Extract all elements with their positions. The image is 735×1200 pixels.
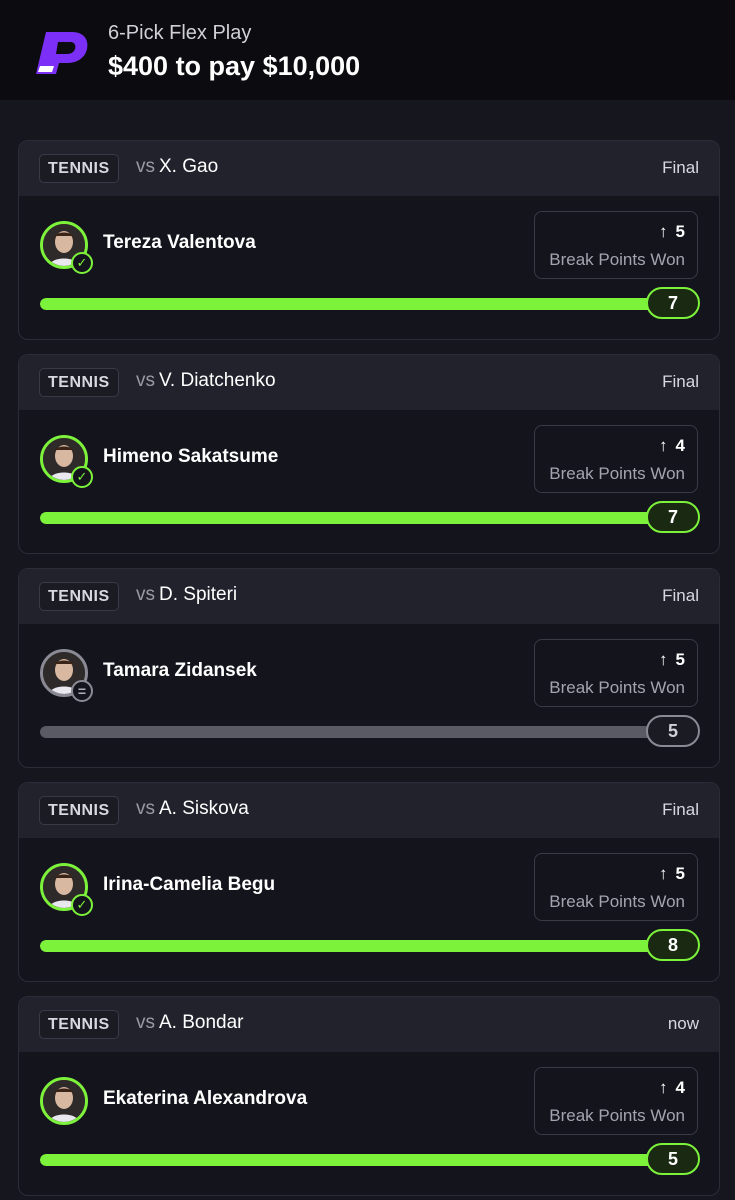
actual-value-pill: 8: [646, 929, 700, 961]
actual-value-pill: 7: [646, 287, 700, 319]
progress-bar: [40, 298, 666, 310]
player-name[interactable]: Tereza Valentova: [103, 232, 256, 254]
projection-line: ↑ 5: [659, 650, 685, 670]
projection-box[interactable]: ↑ 5 Break Points Won: [534, 211, 698, 279]
line-value: 5: [675, 864, 685, 883]
vs-label: vs: [136, 584, 155, 605]
opponent-name: X. Gao: [159, 156, 219, 177]
projection-line: ↑ 4: [659, 436, 685, 456]
progress-bar-fill: [40, 940, 666, 952]
projection-line: ↑ 5: [659, 222, 685, 242]
sport-badge: TENNIS: [39, 368, 119, 397]
pick-card-header: TENNIS vs A. Siskova Final: [19, 783, 719, 838]
pick-card-header: TENNIS vs V. Diatchenko Final: [19, 355, 719, 410]
pick-card-3[interactable]: TENNIS vs D. Spiteri Final = Tamara Zidan…: [18, 568, 720, 768]
vs-label: vs: [136, 370, 155, 391]
prizepicks-p-logo-icon: [36, 32, 88, 74]
opponent-name: V. Diatchenko: [159, 370, 276, 391]
projection-box[interactable]: ↑ 5 Break Points Won: [534, 853, 698, 921]
pick-card-header: TENNIS vs A. Bondar now: [19, 997, 719, 1052]
game-status: Final: [662, 372, 699, 391]
stat-type-label: Break Points Won: [549, 250, 685, 269]
line-value: 5: [675, 650, 685, 669]
game-status: now: [667, 1014, 699, 1033]
opponent-label: vs D. Spiteri: [136, 584, 237, 606]
opponent-label: vs A. Bondar: [136, 1012, 244, 1034]
projection-line: ↑ 4: [659, 1078, 685, 1098]
sport-badge: TENNIS: [39, 1010, 119, 1039]
payout-title: $400 to pay $10,000: [108, 51, 361, 81]
line-value: 5: [675, 222, 685, 241]
opponent-name: A. Siskova: [159, 798, 249, 819]
projection-line: ↑ 5: [659, 864, 685, 884]
pick-card-5[interactable]: TENNIS vs A. Bondar now Ekaterina Alexand…: [18, 996, 720, 1196]
player-name[interactable]: Himeno Sakatsume: [103, 446, 278, 468]
play-type-label: 6-Pick Flex Play: [108, 22, 252, 44]
progress-bar: [40, 512, 666, 524]
game-status: Final: [662, 158, 699, 177]
pick-card-4[interactable]: TENNIS vs A. Siskova Final ✓ Irina-Cameli…: [18, 782, 720, 982]
vs-label: vs: [136, 798, 155, 819]
arrow-up-icon: ↑: [659, 1078, 668, 1097]
pick-card-1[interactable]: TENNIS vs X. Gao Final ✓ Tereza Valentova…: [18, 140, 720, 340]
game-status: Final: [662, 800, 699, 819]
vs-label: vs: [136, 1012, 155, 1033]
player-headshot-icon: [43, 1080, 85, 1122]
projection-box[interactable]: ↑ 5 Break Points Won: [534, 639, 698, 707]
actual-value-pill: 7: [646, 501, 700, 533]
progress-bar: [40, 726, 666, 738]
actual-value-pill: 5: [646, 1143, 700, 1175]
projection-box[interactable]: ↑ 4 Break Points Won: [534, 425, 698, 493]
opponent-name: A. Bondar: [159, 1012, 244, 1033]
check-icon: ✓: [71, 466, 93, 488]
progress-bar-fill: [40, 726, 666, 738]
progress-bar: [40, 1154, 666, 1166]
progress-bar-fill: [40, 1154, 666, 1166]
equals-icon: =: [71, 680, 93, 702]
opponent-label: vs X. Gao: [136, 156, 218, 178]
arrow-up-icon: ↑: [659, 436, 668, 455]
vs-label: vs: [136, 156, 155, 177]
projection-box[interactable]: ↑ 4 Break Points Won: [534, 1067, 698, 1135]
player-avatar[interactable]: [40, 1077, 88, 1125]
game-status: Final: [662, 586, 699, 605]
player-name[interactable]: Irina-Camelia Begu: [103, 874, 275, 896]
opponent-name: D. Spiteri: [159, 584, 238, 605]
player-name[interactable]: Tamara Zidansek: [103, 660, 257, 682]
stat-type-label: Break Points Won: [549, 678, 685, 697]
stat-type-label: Break Points Won: [549, 1106, 685, 1125]
pick-card-header: TENNIS vs D. Spiteri Final: [19, 569, 719, 624]
sport-badge: TENNIS: [39, 154, 119, 183]
play-header: 6-Pick Flex Play $400 to pay $10,000: [0, 0, 735, 100]
stat-type-label: Break Points Won: [549, 464, 685, 483]
progress-bar-fill: [40, 512, 666, 524]
arrow-up-icon: ↑: [659, 650, 668, 669]
player-name[interactable]: Ekaterina Alexandrova: [103, 1088, 307, 1110]
stat-type-label: Break Points Won: [549, 892, 685, 911]
check-icon: ✓: [71, 252, 93, 274]
arrow-up-icon: ↑: [659, 864, 668, 883]
pick-card-2[interactable]: TENNIS vs V. Diatchenko Final ✓ Himeno Sa…: [18, 354, 720, 554]
opponent-label: vs A. Siskova: [136, 798, 249, 820]
check-icon: ✓: [71, 894, 93, 916]
line-value: 4: [675, 436, 685, 455]
progress-bar: [40, 940, 666, 952]
line-value: 4: [675, 1078, 685, 1097]
sport-badge: TENNIS: [39, 582, 119, 611]
actual-value-pill: 5: [646, 715, 700, 747]
sport-badge: TENNIS: [39, 796, 119, 825]
arrow-up-icon: ↑: [659, 222, 668, 241]
pick-card-header: TENNIS vs X. Gao Final: [19, 141, 719, 196]
opponent-label: vs V. Diatchenko: [136, 370, 276, 392]
progress-bar-fill: [40, 298, 666, 310]
